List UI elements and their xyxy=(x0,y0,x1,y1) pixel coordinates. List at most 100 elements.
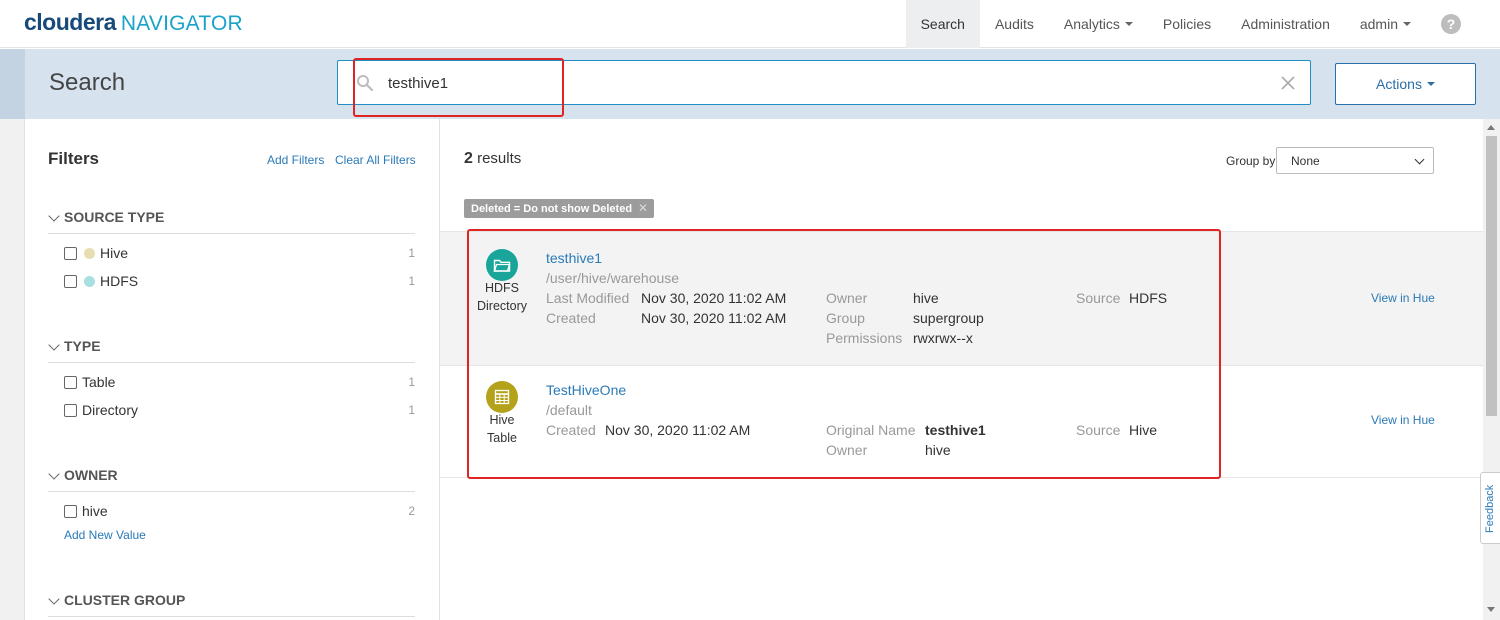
source-label: Source xyxy=(1076,422,1121,438)
permissions-value: rwxrwx--x xyxy=(913,330,973,346)
feedback-label: Feedback xyxy=(1484,484,1496,533)
checkbox[interactable] xyxy=(64,246,77,260)
filter-section-cluster-group: CLUSTER GROUP xyxy=(48,590,415,617)
search-input[interactable] xyxy=(388,71,1268,95)
logo-brand-text: cloudera xyxy=(24,9,116,35)
filter-item-hive[interactable]: Hive 1 xyxy=(48,239,415,267)
nav-search[interactable]: Search xyxy=(905,0,980,48)
filter-item-count: 1 xyxy=(408,375,415,389)
checkbox[interactable] xyxy=(64,375,77,389)
hive-color-dot xyxy=(84,247,95,259)
result-path: /user/hive/warehouse xyxy=(546,270,680,286)
nav-user-label: admin xyxy=(1359,16,1398,32)
source-value: Hive xyxy=(1129,422,1158,438)
type-line-2: Table xyxy=(487,431,517,445)
filter-item-label: hive xyxy=(82,503,108,519)
result-row: HDFS Directory testhive1 /user/hive/wareh… xyxy=(440,231,1483,365)
nav-policies[interactable]: Policies xyxy=(1148,0,1226,48)
folder-icon xyxy=(486,249,518,281)
results-count-number: 2 xyxy=(464,150,473,167)
filter-item-directory[interactable]: Directory 1 xyxy=(48,396,415,424)
search-box[interactable] xyxy=(337,60,1311,105)
cloudera-navigator-logo[interactable]: cloudera NAVIGATOR xyxy=(24,9,243,39)
nav-administration[interactable]: Administration xyxy=(1226,0,1345,48)
nav-search-label: Search xyxy=(920,16,965,32)
chevron-down-icon xyxy=(1414,154,1425,165)
chevron-down-icon xyxy=(48,210,60,222)
filter-section-header[interactable]: SOURCE TYPE xyxy=(48,207,415,234)
logo-product-text: NAVIGATOR xyxy=(120,12,243,35)
filter-item-count: 1 xyxy=(408,274,415,288)
filter-item-label: Hive xyxy=(100,245,129,261)
group-by-select[interactable]: None xyxy=(1276,147,1434,174)
scroll-thumb[interactable] xyxy=(1486,136,1497,416)
filter-section-title: TYPE xyxy=(64,338,101,354)
filter-item-label: HDFS xyxy=(100,273,139,289)
nav-user-menu[interactable]: admin xyxy=(1345,0,1426,48)
filter-item-label: Directory xyxy=(82,402,139,418)
group-label: Group xyxy=(826,310,865,326)
search-icon xyxy=(357,75,374,92)
help-button[interactable]: ? xyxy=(1426,0,1476,48)
result-path: /default xyxy=(546,402,592,418)
created-label: Created xyxy=(546,422,596,438)
original-name-value: testhive1 xyxy=(925,422,986,438)
source-value: HDFS xyxy=(1129,290,1168,306)
type-line-1: Hive xyxy=(489,413,515,427)
filter-section-type: TYPE Table 1 Directory 1 xyxy=(48,336,415,424)
nav-administration-label: Administration xyxy=(1241,16,1330,32)
permissions-label: Permissions xyxy=(826,330,903,346)
view-in-hue-link[interactable]: View in Hue xyxy=(1371,291,1435,305)
filter-item-label: Table xyxy=(82,374,116,390)
search-band-accent xyxy=(0,49,25,119)
add-new-value-link[interactable]: Add New Value xyxy=(48,525,415,545)
last-modified-label: Last Modified xyxy=(546,290,630,306)
scrollbar[interactable] xyxy=(1483,119,1500,620)
nav-analytics[interactable]: Analytics xyxy=(1049,0,1148,48)
filter-section-title: SOURCE TYPE xyxy=(64,209,165,225)
feedback-tab[interactable]: Feedback xyxy=(1480,472,1500,544)
scroll-down-arrow-icon[interactable] xyxy=(1487,607,1495,612)
caret-down-icon xyxy=(1403,22,1411,26)
chip-label: Deleted = Do not show Deleted xyxy=(471,202,633,215)
nav-menu: Search Audits Analytics Policies Adminis… xyxy=(905,0,1476,48)
nav-audits-label: Audits xyxy=(994,16,1034,32)
result-title-link[interactable]: testhive1 xyxy=(546,250,602,266)
view-in-hue-link[interactable]: View in Hue xyxy=(1371,413,1435,427)
clear-search-icon[interactable] xyxy=(1280,75,1296,91)
chevron-down-icon xyxy=(48,339,60,351)
chevron-down-icon xyxy=(48,468,60,480)
search-band: Search Actions xyxy=(0,49,1500,119)
filter-section-header[interactable]: CLUSTER GROUP xyxy=(48,590,415,617)
result-type-label: Hive Table xyxy=(460,411,544,447)
filter-item-table[interactable]: Table 1 xyxy=(48,368,415,396)
filter-item-hdfs[interactable]: HDFS 1 xyxy=(48,267,415,295)
scroll-up-arrow-icon[interactable] xyxy=(1487,125,1495,130)
results-count: 2 results xyxy=(464,150,521,168)
top-navbar: cloudera NAVIGATOR Search Audits Analyti… xyxy=(0,0,1500,48)
filter-item-hive-owner[interactable]: hive 2 xyxy=(48,497,415,525)
actions-button[interactable]: Actions xyxy=(1335,63,1476,105)
original-name-label: Original Name xyxy=(826,422,916,438)
owner-value: hive xyxy=(925,442,951,458)
last-modified-value: Nov 30, 2020 11:02 AM xyxy=(641,290,787,306)
nav-analytics-label: Analytics xyxy=(1063,16,1120,32)
page-title: Search xyxy=(49,69,126,96)
owner-label: Owner xyxy=(826,290,868,306)
checkbox[interactable] xyxy=(64,274,77,288)
checkbox[interactable] xyxy=(64,403,77,417)
add-filters-link[interactable]: Add Filters xyxy=(267,153,324,167)
filter-section-header[interactable]: TYPE xyxy=(48,336,415,363)
filter-section-owner: OWNER hive 2 Add New Value xyxy=(48,465,415,545)
close-icon[interactable]: ✕ xyxy=(638,201,648,215)
result-title-link[interactable]: TestHiveOne xyxy=(546,382,626,398)
filter-section-title: OWNER xyxy=(64,467,118,483)
table-icon xyxy=(486,381,518,413)
filter-item-count: 1 xyxy=(408,246,415,260)
checkbox[interactable] xyxy=(64,504,77,518)
clear-all-filters-link[interactable]: Clear All Filters xyxy=(335,153,416,167)
result-type-label: HDFS Directory xyxy=(460,279,544,315)
nav-audits[interactable]: Audits xyxy=(980,0,1049,48)
filter-section-header[interactable]: OWNER xyxy=(48,465,415,492)
filter-section-source-type: SOURCE TYPE Hive 1 HDFS 1 xyxy=(48,207,415,295)
